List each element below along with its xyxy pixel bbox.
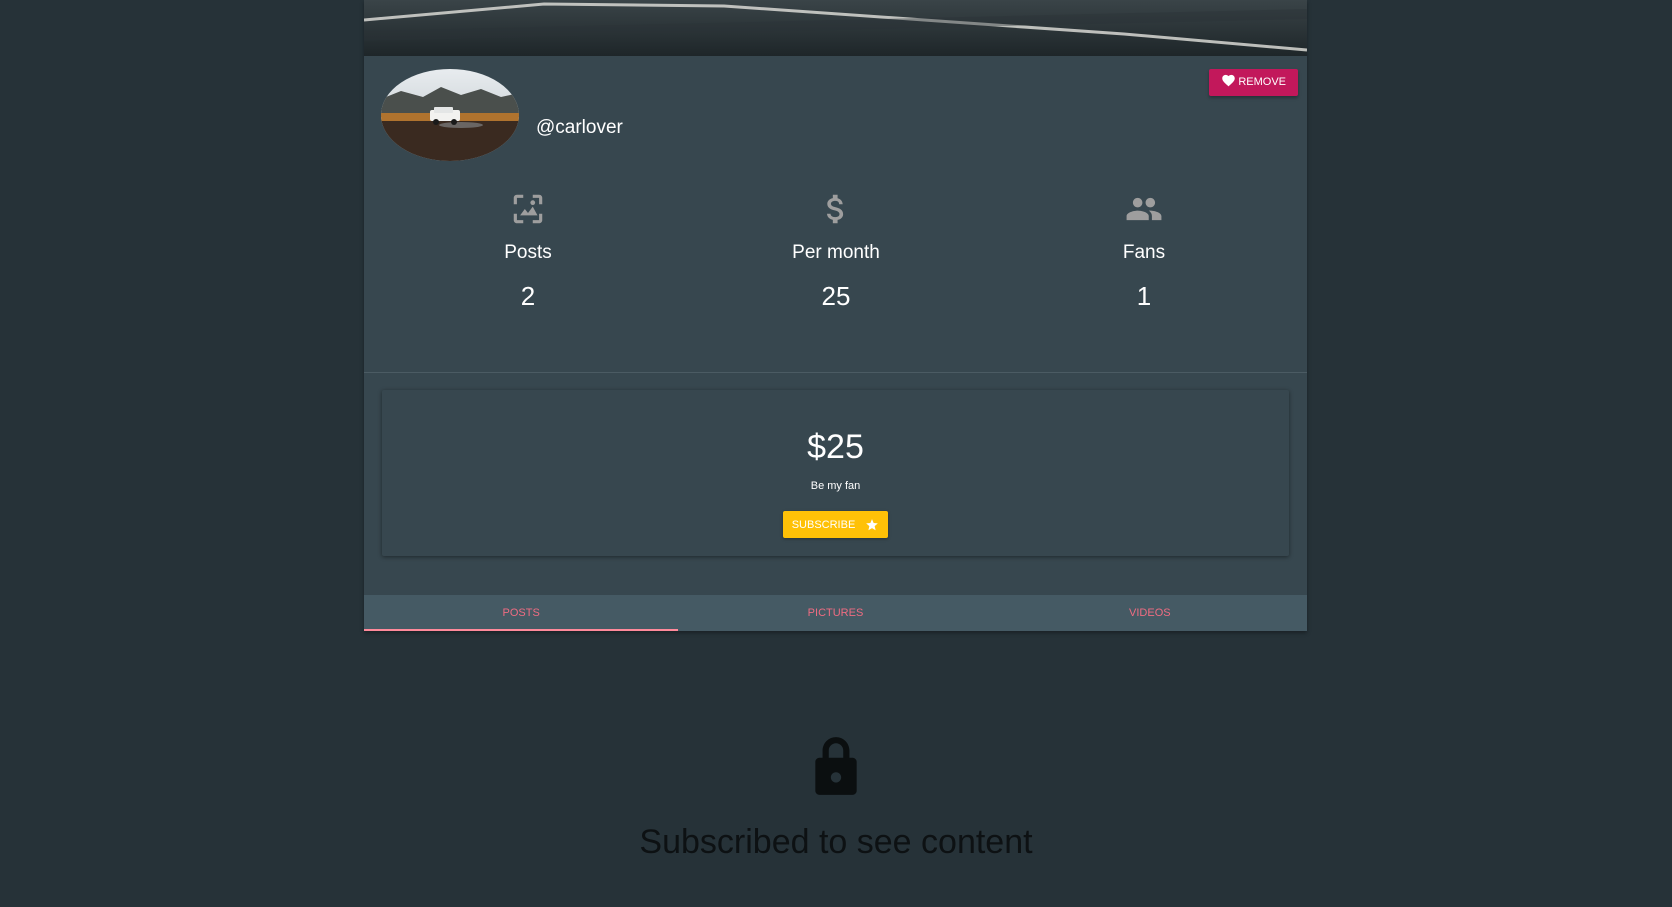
subscribe-button[interactable]: SUBSCRIBE xyxy=(783,511,888,538)
stats-row: Posts 2 Per month 25 Fans 1 xyxy=(364,190,1307,330)
username: @carlover xyxy=(536,117,623,138)
subscription-price: $25 xyxy=(807,428,864,466)
tab-posts[interactable]: POSTS xyxy=(364,595,679,631)
stat-label: Per month xyxy=(792,242,880,263)
cover-image xyxy=(364,0,1307,56)
subscription-box: $25 Be my fan SUBSCRIBE xyxy=(382,390,1289,556)
people-icon xyxy=(1126,197,1162,221)
remove-button[interactable]: REMOVE xyxy=(1209,69,1298,96)
heart-icon xyxy=(1222,74,1236,87)
star-icon xyxy=(866,518,879,530)
stat-posts: Posts 2 xyxy=(428,190,628,312)
stat-value: 1 xyxy=(1136,281,1152,311)
dollar-icon xyxy=(827,194,844,224)
stat-value: 2 xyxy=(520,281,536,311)
stat-value: 25 xyxy=(821,281,851,311)
tab-videos[interactable]: VIDEOS xyxy=(993,595,1307,631)
divider xyxy=(364,372,1307,373)
remove-label: REMOVE xyxy=(1238,76,1286,88)
content-tabs: POSTS PICTURES VIDEOS xyxy=(364,595,1307,631)
page: REMOVE @carlover Posts 2 Per month 25 Fa… xyxy=(0,0,1672,907)
stat-label: Posts xyxy=(504,242,552,263)
stat-per-month: Per month 25 xyxy=(736,190,936,312)
image-icon xyxy=(513,194,543,224)
subscription-tagline: Be my fan xyxy=(810,480,861,492)
lock-icon xyxy=(815,737,857,795)
locked-message: Subscribed to see content xyxy=(639,823,1033,861)
stat-label: Fans xyxy=(1122,242,1166,263)
profile-card: REMOVE @carlover Posts 2 Per month 25 Fa… xyxy=(364,0,1307,631)
tab-pictures[interactable]: PICTURES xyxy=(678,595,992,631)
locked-content: Subscribed to see content xyxy=(0,735,1672,862)
subscribe-label: SUBSCRIBE xyxy=(791,518,856,531)
stat-fans: Fans 1 xyxy=(1044,190,1244,312)
avatar[interactable] xyxy=(381,69,519,161)
